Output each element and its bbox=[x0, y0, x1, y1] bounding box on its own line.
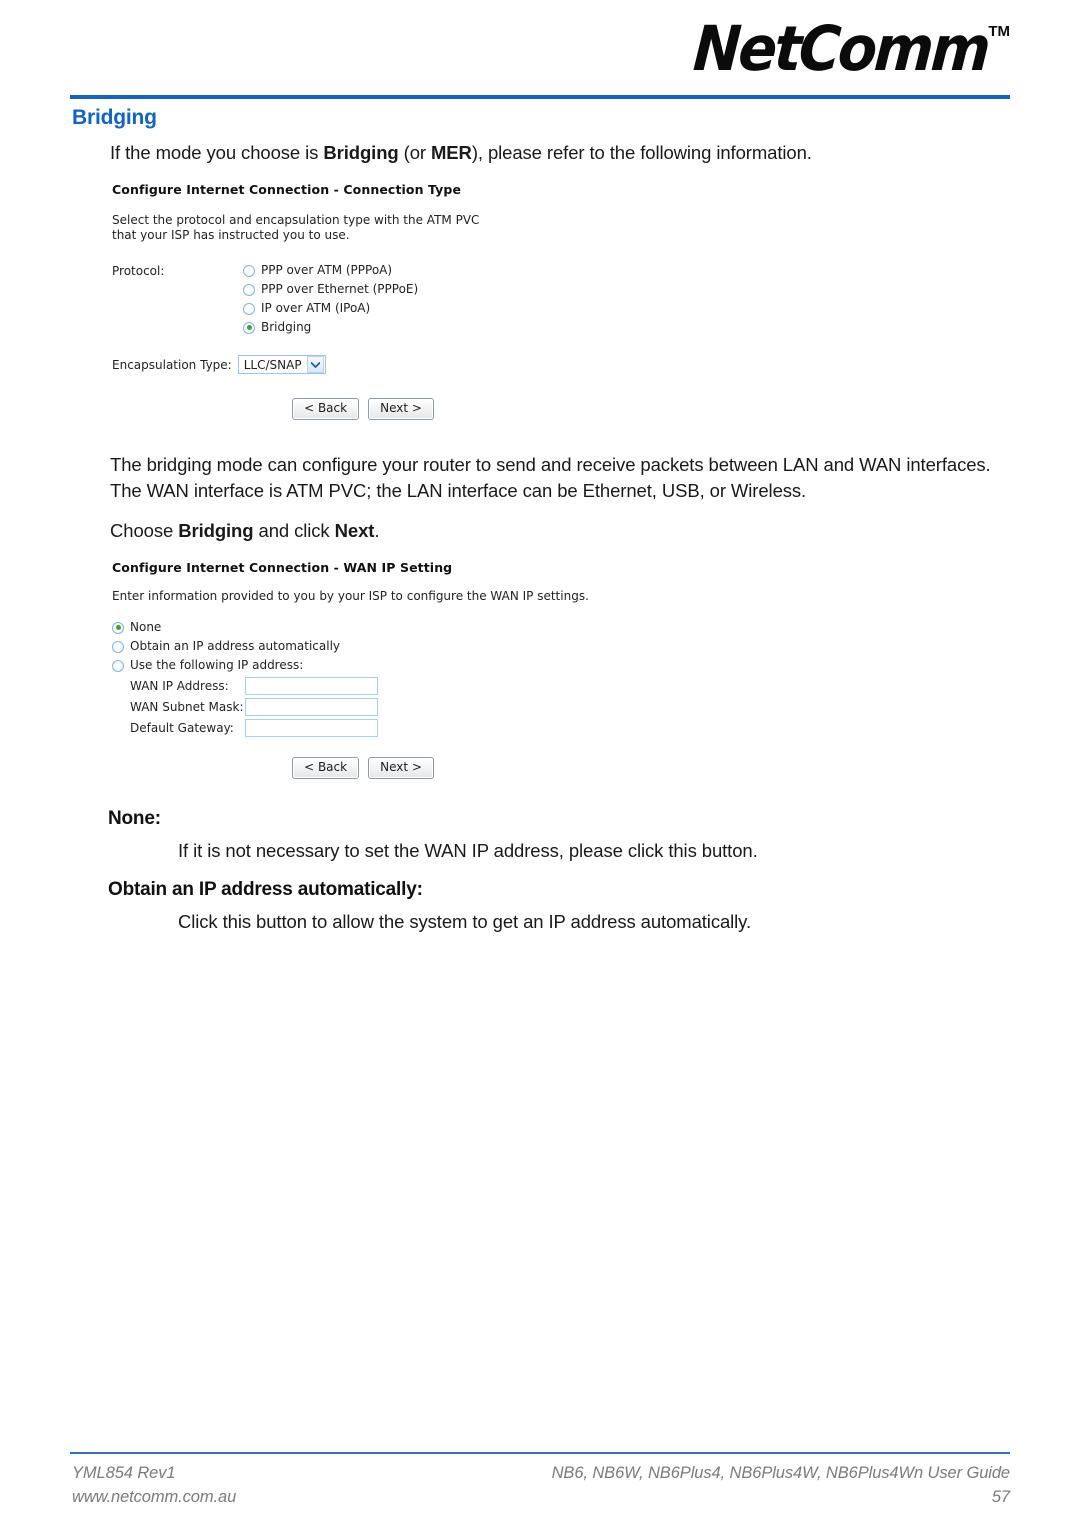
radio-label: Obtain an IP address automatically bbox=[130, 639, 341, 653]
radio-icon[interactable] bbox=[112, 659, 124, 672]
wan-ip-button-row: < Back Next > bbox=[112, 757, 632, 779]
wan-ip-heading-rest: - WAN IP Setting bbox=[329, 560, 453, 575]
netcomm-logo: NetComm TM bbox=[666, 12, 1010, 88]
header-divider-rule bbox=[70, 95, 1010, 99]
encapsulation-label: Encapsulation Type: bbox=[112, 357, 232, 372]
intro-prefix: If the mode you choose is bbox=[110, 142, 324, 163]
footer-document-code: YML854 Rev1 bbox=[72, 1464, 176, 1482]
wan-ip-address-input[interactable] bbox=[245, 677, 378, 695]
document-page: NetComm TM Bridging If the mode you choo… bbox=[0, 0, 1080, 1527]
field-row-wan-subnet-mask: WAN Subnet Mask: bbox=[130, 698, 632, 716]
wan-ip-heading-bold: Configure Internet Connection bbox=[112, 560, 330, 575]
intro-mid: (or bbox=[398, 142, 431, 163]
footer-divider-rule bbox=[70, 1452, 1010, 1454]
encapsulation-row: Encapsulation Type: LLC/SNAP bbox=[112, 355, 632, 374]
wan-ip-description: Enter information provided to you by you… bbox=[112, 589, 589, 603]
back-button[interactable]: < Back bbox=[292, 757, 360, 779]
wan-subnet-mask-label: WAN Subnet Mask: bbox=[130, 700, 244, 714]
choose-prefix: Choose bbox=[110, 520, 179, 541]
radio-label: PPP over Ethernet (PPPoE) bbox=[261, 282, 419, 296]
choose-mid: and click bbox=[253, 520, 335, 541]
next-button[interactable]: Next > bbox=[368, 398, 434, 420]
radio-option-use-following-ip[interactable]: Use the following IP address: bbox=[112, 658, 632, 673]
radio-icon-selected[interactable] bbox=[243, 321, 255, 334]
radio-label: PPP over ATM (PPPoA) bbox=[261, 263, 393, 277]
connection-type-heading-rest: - Connection Type bbox=[329, 182, 462, 197]
encapsulation-selected-value: LLC/SNAP bbox=[243, 357, 302, 372]
intro-paragraph: If the mode you choose is Bridging (or M… bbox=[110, 140, 1010, 166]
radio-option-bridging[interactable]: Bridging bbox=[243, 320, 418, 335]
footer-page-number: 57 bbox=[991, 1488, 1010, 1506]
field-row-default-gateway: Default Gateway: bbox=[130, 719, 632, 737]
radio-option-obtain-automatically[interactable]: Obtain an IP address automatically bbox=[112, 639, 632, 654]
choose-suffix: . bbox=[374, 520, 380, 541]
field-row-wan-ip-address: WAN IP Address: bbox=[130, 677, 632, 695]
radio-label: IP over ATM (IPoA) bbox=[261, 301, 371, 315]
radio-icon[interactable] bbox=[243, 283, 255, 296]
protocol-row: Protocol: PPP over ATM (PPPoA) PPP over … bbox=[112, 263, 632, 335]
page-header: NetComm TM bbox=[70, 12, 1010, 96]
radio-option-pppoa[interactable]: PPP over ATM (PPPoA) bbox=[243, 263, 418, 278]
wan-ip-radio-group[interactable]: None Obtain an IP address automatically … bbox=[112, 620, 632, 673]
wan-ip-heading: Configure Internet Connection - WAN IP S… bbox=[112, 560, 632, 575]
connection-type-button-row: < Back Next > bbox=[112, 398, 632, 420]
radio-label: Use the following IP address: bbox=[130, 658, 304, 672]
radio-icon[interactable] bbox=[112, 640, 124, 653]
connection-type-description: Select the protocol and encapsulation ty… bbox=[112, 213, 480, 242]
default-gateway-label: Default Gateway: bbox=[130, 721, 234, 735]
radio-option-pppoe[interactable]: PPP over Ethernet (PPPoE) bbox=[243, 282, 418, 297]
choose-bold-next: Next bbox=[334, 520, 375, 541]
radio-option-ipoa[interactable]: IP over ATM (IPoA) bbox=[243, 301, 418, 316]
wan-ip-address-label: WAN IP Address: bbox=[130, 679, 229, 693]
encapsulation-type-select[interactable]: LLC/SNAP bbox=[237, 355, 326, 374]
choose-bridging-paragraph: Choose Bridging and click Next. bbox=[110, 518, 1010, 544]
next-button[interactable]: Next > bbox=[368, 757, 434, 779]
screenshot-connection-type: Configure Internet Connection - Connecti… bbox=[112, 182, 632, 427]
trademark-symbol: TM bbox=[988, 23, 1010, 40]
radio-label: None bbox=[130, 620, 162, 634]
footer-guide-title: NB6, NB6W, NB6Plus4, NB6Plus4W, NB6Plus4… bbox=[551, 1464, 1011, 1482]
connection-type-heading-bold: Configure Internet Connection bbox=[112, 182, 330, 197]
screenshot-wan-ip-setting: Configure Internet Connection - WAN IP S… bbox=[112, 560, 632, 790]
wan-subnet-mask-input[interactable] bbox=[245, 698, 378, 716]
definition-text-obtain: Click this button to allow the system to… bbox=[178, 911, 751, 932]
back-button[interactable]: < Back bbox=[292, 398, 360, 420]
definition-term-none: None: bbox=[108, 808, 161, 829]
default-gateway-input[interactable] bbox=[245, 719, 378, 737]
netcomm-logo-wordmark: NetComm bbox=[691, 12, 991, 85]
choose-bold-bridging: Bridging bbox=[178, 520, 254, 541]
radio-label: Bridging bbox=[261, 320, 312, 334]
footer-website: www.netcomm.com.au bbox=[72, 1488, 237, 1506]
definition-term-obtain: Obtain an IP address automatically: bbox=[108, 879, 423, 900]
intro-bold-mer: MER bbox=[431, 142, 472, 163]
radio-icon-selected[interactable] bbox=[112, 621, 124, 634]
wan-ip-fields: WAN IP Address: WAN Subnet Mask: Default… bbox=[112, 677, 632, 737]
connection-type-heading: Configure Internet Connection - Connecti… bbox=[112, 182, 632, 197]
intro-bold-bridging: Bridging bbox=[323, 142, 399, 163]
page-title: Bridging bbox=[72, 106, 157, 129]
protocol-radio-group[interactable]: PPP over ATM (PPPoA) PPP over Ethernet (… bbox=[243, 263, 418, 335]
radio-option-none[interactable]: None bbox=[112, 620, 632, 635]
protocol-label: Protocol: bbox=[112, 264, 165, 278]
chevron-down-icon[interactable] bbox=[306, 356, 324, 373]
bridging-mode-paragraph: The bridging mode can configure your rou… bbox=[110, 454, 991, 501]
definition-text-none: If it is not necessary to set the WAN IP… bbox=[178, 840, 758, 861]
intro-suffix: ), please refer to the following informa… bbox=[471, 142, 812, 163]
radio-icon[interactable] bbox=[243, 302, 255, 315]
radio-icon[interactable] bbox=[243, 264, 255, 277]
